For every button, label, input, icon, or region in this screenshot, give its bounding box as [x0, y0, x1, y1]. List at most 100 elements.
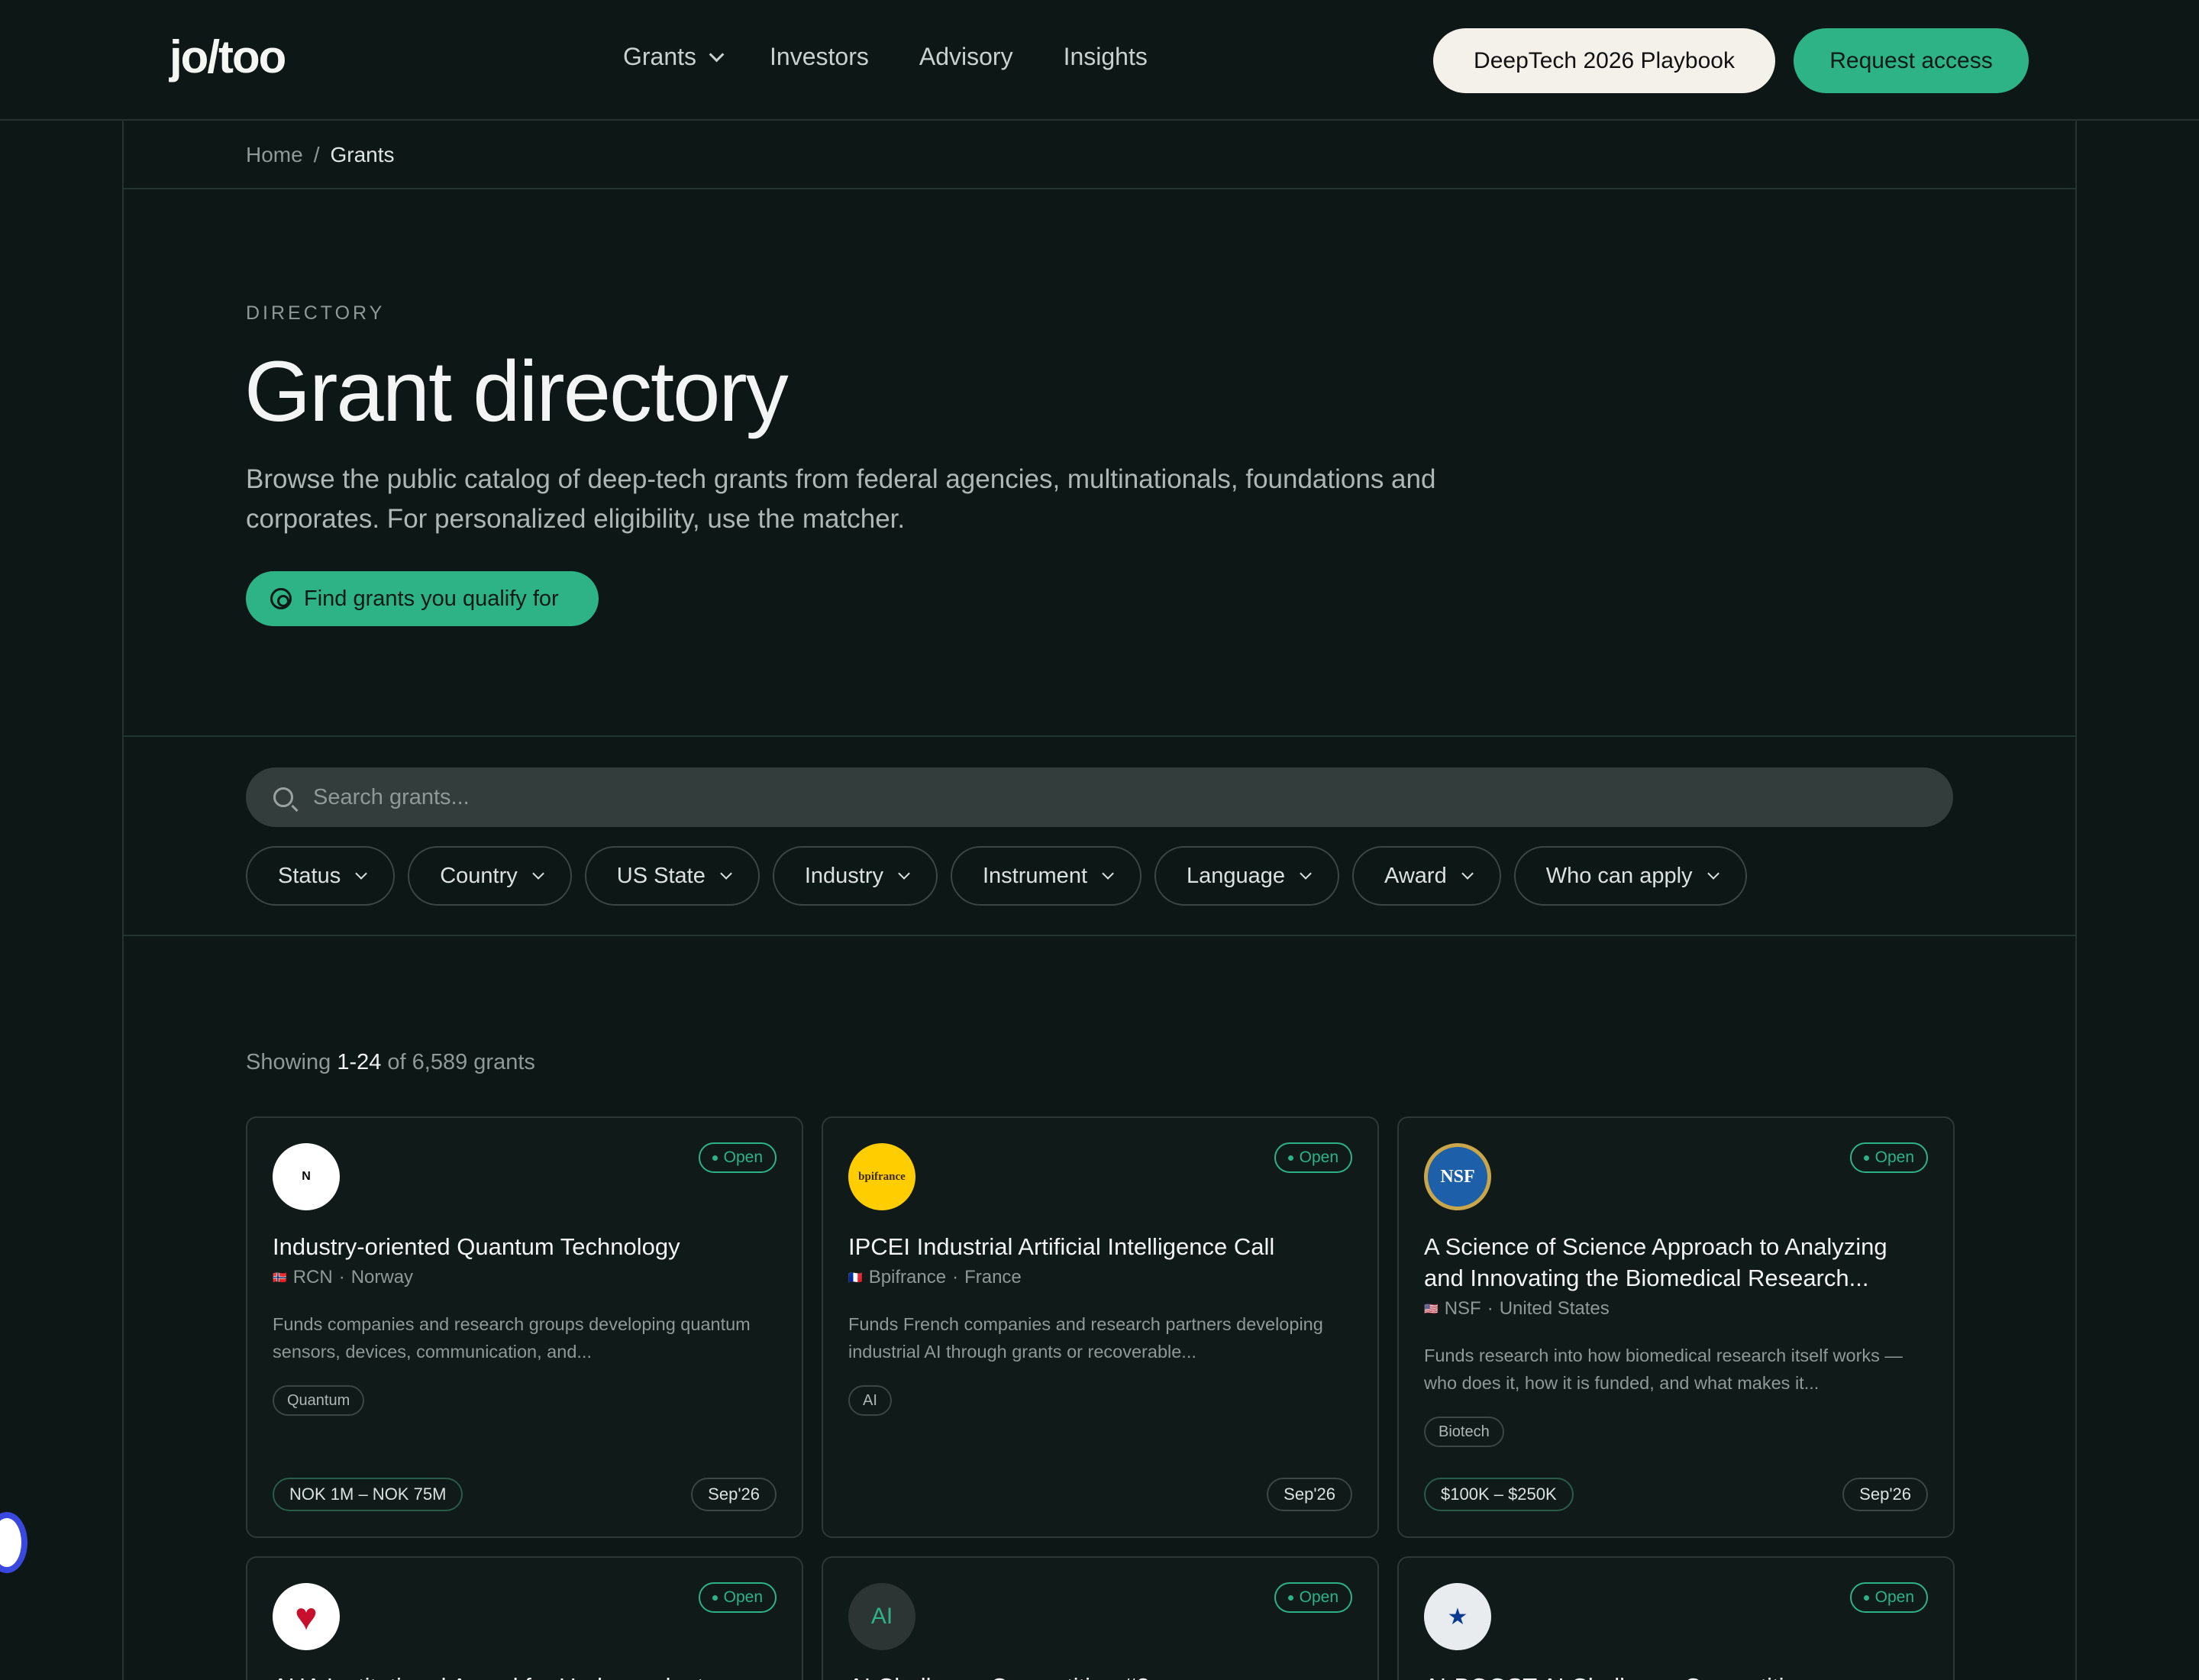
- grant-title[interactable]: A Science of Science Approach to Analyzi…: [1424, 1231, 1928, 1294]
- flag-icon: 🇺🇸: [1424, 1303, 1439, 1316]
- grant-title[interactable]: AHA Institutional Award for Undergraduat…: [273, 1671, 777, 1680]
- results-range: 1-24: [337, 1050, 382, 1074]
- grant-card[interactable]: AI Open AI Challenge Competition #2: [822, 1556, 1379, 1680]
- target-icon: [270, 588, 292, 609]
- nav-insights[interactable]: Insights: [1064, 43, 1148, 71]
- meta-separator: ·: [952, 1267, 959, 1287]
- request-access-button[interactable]: Request access: [1794, 28, 2029, 93]
- grant-country: United States: [1499, 1298, 1610, 1319]
- status-label: Open: [723, 1588, 763, 1606]
- filter-award[interactable]: Award: [1352, 846, 1501, 906]
- grant-card[interactable]: bpifrance Open IPCEI Industrial Artifici…: [822, 1116, 1379, 1538]
- deadline: Sep'26: [691, 1478, 777, 1511]
- grant-title[interactable]: AI Challenge Competition #2: [848, 1671, 1352, 1680]
- filter-label: Country: [440, 863, 518, 888]
- grant-card[interactable]: NSF Open A Science of Science Approach t…: [1397, 1116, 1955, 1538]
- flag-icon: 🇳🇴: [273, 1271, 287, 1284]
- results-count: Showing 1-24 of 6,589 grants: [246, 1050, 535, 1075]
- status-label: Open: [1299, 1588, 1338, 1606]
- flag-icon: 🇫🇷: [848, 1271, 863, 1284]
- status-badge: Open: [1274, 1582, 1352, 1613]
- grant-country: France: [964, 1267, 1022, 1287]
- meta-separator: ·: [1487, 1298, 1493, 1319]
- breadcrumb: Home / Grants: [246, 143, 395, 167]
- status-label: Open: [723, 1149, 763, 1166]
- industry-tag: AI: [848, 1385, 892, 1416]
- filter-who-can-apply[interactable]: Who can apply: [1513, 846, 1747, 906]
- grant-title[interactable]: AI-BOOST AI Challenge Competition: [1424, 1671, 1928, 1680]
- chat-widget-icon[interactable]: [0, 1512, 27, 1573]
- filter-us-state[interactable]: US State: [584, 846, 760, 906]
- filter-label: Who can apply: [1545, 863, 1693, 888]
- search-input[interactable]: [313, 784, 1764, 810]
- grant-title[interactable]: IPCEI Industrial Artificial Intelligence…: [848, 1231, 1352, 1262]
- filter-label: Language: [1187, 863, 1286, 888]
- grant-title[interactable]: Industry-oriented Quantum Technology: [273, 1231, 777, 1262]
- filter-label: Award: [1384, 863, 1447, 888]
- chevron-down-icon: [1300, 867, 1312, 880]
- bpifrance-logo: bpifrance: [848, 1143, 915, 1210]
- find-grants-button[interactable]: Find grants you qualify for: [246, 571, 599, 626]
- results-suffix: of 6,589 grants: [387, 1050, 535, 1074]
- site-logo[interactable]: jo/too: [170, 31, 286, 83]
- rcn-logo: N: [273, 1143, 340, 1210]
- ai-logo: AI: [848, 1583, 915, 1650]
- chevron-down-icon: [1102, 867, 1114, 880]
- status-label: Open: [1874, 1588, 1914, 1606]
- status-dot: [1863, 1594, 1869, 1601]
- grant-card[interactable]: ★ Open AI-BOOST AI Challenge Competition: [1397, 1556, 1955, 1680]
- chevron-down-icon: [355, 867, 368, 880]
- filter-status[interactable]: Status: [246, 846, 396, 906]
- award-amount: NOK 1M – NOK 75M: [273, 1478, 463, 1511]
- filter-bar: Status Country US State Industry Instrum…: [246, 846, 1747, 906]
- find-grants-label: Find grants you qualify for: [304, 586, 559, 611]
- grant-meta: 🇳🇴 RCN · Norway: [273, 1267, 413, 1288]
- eu-flag-logo: ★: [1424, 1583, 1491, 1650]
- chevron-down-icon: [898, 867, 910, 880]
- page-title: Grant directory: [244, 344, 789, 439]
- breadcrumb-home[interactable]: Home: [246, 143, 303, 167]
- nav-grants-label: Grants: [623, 43, 697, 70]
- grant-agency: RCN: [292, 1267, 333, 1287]
- results-prefix: Showing: [246, 1050, 331, 1074]
- section-eyebrow: DIRECTORY: [246, 302, 386, 324]
- filter-instrument[interactable]: Instrument: [951, 846, 1141, 906]
- status-dot: [1287, 1155, 1293, 1161]
- aha-logo: ♥: [273, 1583, 340, 1650]
- grant-meta: 🇺🇸 NSF · United States: [1424, 1298, 1610, 1320]
- grant-description: Funds research into how biomedical resea…: [1424, 1346, 1903, 1393]
- grant-country: Norway: [350, 1267, 414, 1287]
- search-bar[interactable]: [246, 767, 1953, 827]
- main-nav: Grants Investors Advisory Insights: [623, 43, 1148, 71]
- nav-investors[interactable]: Investors: [770, 43, 869, 71]
- filter-label: Industry: [804, 863, 883, 888]
- status-badge: Open: [1849, 1142, 1928, 1173]
- grant-description: Funds French companies and research part…: [848, 1314, 1323, 1362]
- nav-grants[interactable]: Grants: [623, 43, 725, 71]
- grant-card[interactable]: N Open Industry-oriented Quantum Technol…: [246, 1116, 803, 1538]
- grant-card[interactable]: ♥ Open AHA Institutional Award for Under…: [246, 1556, 803, 1680]
- playbook-button[interactable]: DeepTech 2026 Playbook: [1433, 28, 1775, 93]
- meta-separator: ·: [338, 1267, 345, 1287]
- divider: [122, 935, 2077, 936]
- page-description: Browse the public catalog of deep-tech g…: [246, 464, 1436, 534]
- nav-advisory[interactable]: Advisory: [919, 43, 1013, 71]
- status-dot: [712, 1155, 718, 1161]
- filter-country[interactable]: Country: [408, 846, 572, 906]
- grant-meta: 🇫🇷 Bpifrance · France: [848, 1267, 1022, 1288]
- filter-industry[interactable]: Industry: [772, 846, 938, 906]
- grant-agency: Bpifrance: [868, 1267, 947, 1287]
- status-dot: [1863, 1155, 1869, 1161]
- chevron-down-icon: [720, 867, 732, 880]
- breadcrumb-current: Grants: [330, 143, 395, 166]
- deadline: Sep'26: [1842, 1478, 1928, 1511]
- grant-description: Funds companies and research groups deve…: [273, 1314, 751, 1362]
- status-dot: [712, 1594, 718, 1601]
- filter-language[interactable]: Language: [1154, 846, 1340, 906]
- status-badge: Open: [1274, 1142, 1352, 1173]
- filter-label: Status: [278, 863, 341, 888]
- status-label: Open: [1874, 1149, 1914, 1166]
- breadcrumb-separator: /: [313, 143, 320, 166]
- filter-label: US State: [616, 863, 706, 888]
- award-amount: $100K – $250K: [1424, 1478, 1574, 1511]
